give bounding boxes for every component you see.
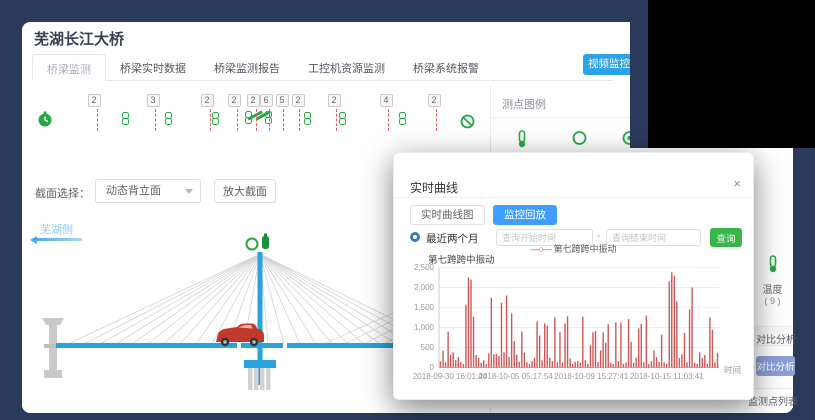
x-tick-label: 2018-10-09 15:27:41: [554, 372, 628, 381]
y-tick-label: 1,000: [394, 323, 434, 332]
tower-pier: [244, 360, 276, 390]
x-tick-label: 2018-09-30 16:01:44: [413, 372, 487, 381]
sensor-dotted-line: [256, 109, 257, 131]
y-tick-label: 2,500: [394, 263, 434, 272]
video-monitor-button[interactable]: 视频监控: [583, 54, 635, 75]
x-tick-label: 2018-10-05 05:17:54: [478, 372, 552, 381]
black-overlay: [648, 0, 815, 148]
y-tick-label: 0: [394, 363, 434, 372]
sensor-count-badge: 4: [380, 94, 393, 107]
thermometer-icon: [515, 130, 529, 148]
temperature-label: 温度: [752, 281, 793, 296]
main-tabs: 桥梁监测桥梁实时数据桥梁监测报告工控机资源监测桥梁系统报警: [32, 54, 613, 81]
last-two-months-radio[interactable]: [410, 232, 420, 242]
legend-temperature-item[interactable]: 温度 ( 9 ): [752, 254, 793, 306]
legend-panel-title: 测点图例: [502, 96, 546, 112]
tab-realtime-curve[interactable]: 实时曲线图: [410, 205, 485, 225]
chain-sensor-icon[interactable]: [338, 112, 347, 128]
ban-sensor-icon[interactable]: [460, 114, 475, 129]
chevron-down-icon: [185, 189, 193, 194]
y-tick-label: 2,000: [394, 283, 434, 292]
chart-title: 第七跨跨中振动: [428, 252, 495, 266]
section-select-value: 动态背立面: [106, 185, 161, 197]
legend-series-name: 第七跨跨中振动: [553, 244, 616, 254]
sensor-dotted-line: [269, 109, 270, 131]
bridge-deck-left: [56, 343, 237, 348]
dialog-header-divider: [394, 197, 753, 198]
realtime-curve-dialog: 实时曲线 × 实时曲线图 监控回放 最近两个月 - 查询 —○— 第七跨跨中振动…: [393, 152, 754, 400]
sensor-dotted-line: [436, 109, 437, 131]
sensor-dotted-line: [388, 109, 389, 131]
chain-sensor-icon[interactable]: [211, 112, 220, 128]
sensor-dotted-line: [237, 109, 238, 131]
sensor-dotted-line: [97, 109, 98, 131]
tab-3[interactable]: 工控机资源监测: [294, 54, 399, 80]
compare-section-title: 对比分析: [756, 331, 796, 346]
x-tick-label: 2018-10-15 11:03:41: [630, 372, 704, 381]
tab-2[interactable]: 桥梁监测报告: [200, 54, 294, 80]
thermometer-icon: [766, 254, 780, 274]
tab-0[interactable]: 桥梁监测: [32, 54, 106, 81]
sensor-count-badge: 6: [260, 94, 273, 107]
tab-1[interactable]: 桥梁实时数据: [106, 54, 200, 80]
page-title: 芜湖长江大桥: [34, 28, 124, 49]
chain-sensor-icon[interactable]: [164, 112, 173, 128]
deck-stub: [44, 344, 58, 348]
circle-legend-icon: [572, 130, 587, 146]
chart-x-axis-title: 时间: [724, 364, 741, 376]
sensor-dotted-line: [336, 109, 337, 131]
sensor-count-badge: 2: [328, 94, 341, 107]
tab-monitor-playback[interactable]: 监控回放: [493, 205, 557, 225]
sensor-count-badge: 2: [292, 94, 305, 107]
compare-analysis-button[interactable]: 对比分析: [756, 356, 795, 376]
clock-sensor-icon[interactable]: [36, 110, 54, 128]
section-select-label: 截面选择：: [35, 185, 90, 201]
close-icon[interactable]: ×: [733, 176, 741, 191]
section-select-dropdown[interactable]: 动态背立面: [95, 179, 201, 203]
car: [216, 324, 264, 347]
sensor-count-badge: 3: [147, 94, 160, 107]
vibration-chart: [438, 265, 720, 371]
y-tick-label: 1,500: [394, 303, 434, 312]
sensor-dotted-line: [283, 109, 284, 131]
y-tick-label: 500: [394, 343, 434, 352]
dialog-title: 实时曲线: [410, 179, 458, 196]
temperature-count: ( 9 ): [752, 296, 793, 306]
tab-4[interactable]: 桥梁系统报警: [399, 54, 493, 80]
tower-top-sensor-icons[interactable]: [247, 234, 270, 250]
enlarge-section-button[interactable]: 放大截面: [214, 179, 276, 203]
sensor-count-badge: 2: [228, 94, 241, 107]
sensor-count-badge: 2: [247, 94, 260, 107]
sensor-dotted-line: [155, 109, 156, 131]
sensor-count-badge: 2: [88, 94, 101, 107]
legend-marker-icon: —○—: [531, 244, 551, 254]
sensor-count-badge: 2: [428, 94, 441, 107]
range-separator: -: [597, 231, 600, 242]
sensor-count-badge: 2: [201, 94, 214, 107]
sensor-count-badge: 5: [276, 94, 289, 107]
chain-sensor-icon[interactable]: [303, 112, 312, 128]
chain-sensor-icon[interactable]: [121, 112, 130, 128]
list-section-title: 监测点列表: [748, 393, 798, 408]
chain-sensor-icon[interactable]: [398, 112, 407, 128]
background-gap: [630, 22, 648, 148]
sensor-dotted-line: [299, 109, 300, 131]
